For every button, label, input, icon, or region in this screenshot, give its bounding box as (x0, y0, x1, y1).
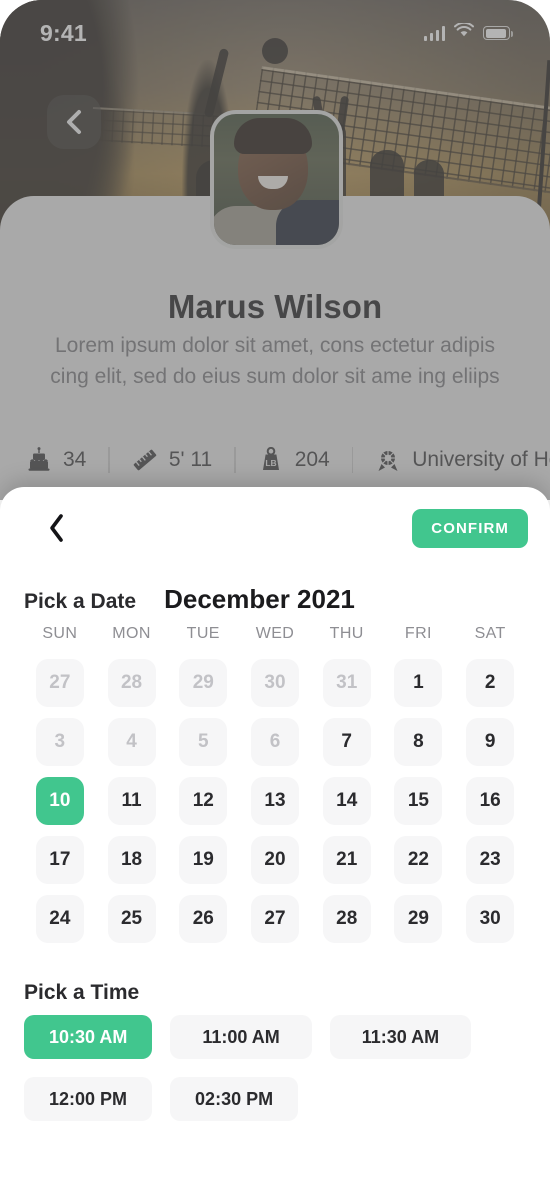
calendar-day[interactable]: 9 (466, 718, 515, 766)
calendar-day[interactable]: 26 (179, 895, 228, 943)
calendar-day[interactable]: 24 (35, 895, 84, 943)
calendar-day[interactable]: 20 (250, 836, 299, 884)
pick-time-label: Pick a Time (24, 981, 140, 1004)
calendar-day[interactable]: 23 (466, 836, 515, 884)
weekday-label: SAT (474, 625, 506, 642)
calendar-day[interactable]: 22 (394, 836, 443, 884)
dim-overlay[interactable] (0, 0, 550, 500)
confirm-button[interactable]: CONFIRM (412, 508, 528, 548)
month-label: December 2021 (164, 584, 355, 614)
calendar-day[interactable]: 14 (322, 777, 371, 825)
calendar-day: 28 (107, 659, 156, 707)
calendar-day[interactable]: 7 (322, 718, 371, 766)
calendar-day: 31 (322, 659, 371, 707)
calendar-day: 4 (107, 718, 156, 766)
calendar-day: 27 (35, 659, 84, 707)
calendar-day[interactable]: 8 (394, 718, 443, 766)
calendar-day[interactable]: 30 (466, 895, 515, 943)
profile-backdrop: 9:41 Marus Wilson Lorem ipsum do (0, 0, 550, 500)
calendar-day[interactable]: 27 (250, 895, 299, 943)
calendar-grid: 27 28 29 30 31 1 2 3 4 5 6 7 8 9 10 11 12 13 14 15 16 17 18 19 2… (24, 659, 526, 943)
weekday-label: SUN (42, 625, 78, 642)
weekday-label: FRI (404, 625, 432, 642)
calendar-day: 3 (35, 718, 84, 766)
calendar-day[interactable]: 15 (394, 777, 443, 825)
time-slot-list: 10:30 AM 11:00 AM 11:30 AM 12:00 PM 02:30 PM (24, 1015, 526, 1121)
sheet-back-button[interactable] (34, 506, 78, 550)
sheet-header: CONFIRM (0, 487, 550, 569)
weekday-label: TUE (186, 625, 220, 642)
calendar-day: 30 (250, 659, 299, 707)
calendar-day: 6 (250, 718, 299, 766)
chevron-left-icon (49, 514, 63, 542)
calendar-day[interactable]: 13 (250, 777, 299, 825)
calendar-day[interactable]: 29 (394, 895, 443, 943)
weekday-label: MON (112, 625, 151, 642)
time-slot[interactable]: 02:30 PM (170, 1077, 299, 1121)
time-slot-selected[interactable]: 10:30 AM (24, 1015, 153, 1059)
calendar-day: 5 (179, 718, 228, 766)
time-slot[interactable]: 12:00 PM (24, 1077, 153, 1121)
phone-screen: 9:41 Marus Wilson Lorem ipsum do (0, 0, 550, 1190)
calendar-day[interactable]: 18 (107, 836, 156, 884)
calendar-day[interactable]: 11 (107, 777, 156, 825)
calendar-day[interactable]: 12 (179, 777, 228, 825)
calendar-day[interactable]: 21 (322, 836, 371, 884)
time-slot[interactable]: 11:00 AM (170, 1015, 312, 1059)
pick-date-label: Pick a Date (24, 590, 137, 613)
pick-date-header: Pick a Date December 2021 (24, 584, 355, 615)
calendar-day[interactable]: 2 (466, 659, 515, 707)
calendar-day[interactable]: 17 (35, 836, 84, 884)
date-time-picker-sheet: CONFIRM Pick a Date December 2021 SUN MON… (0, 487, 550, 1190)
calendar-day[interactable]: 19 (179, 836, 228, 884)
weekday-header-row: SUN MON TUE WED THU FRI SAT (24, 625, 526, 643)
weekday-label: WED (255, 625, 295, 642)
time-slot[interactable]: 11:30 AM (329, 1015, 472, 1059)
calendar-day[interactable]: 28 (322, 895, 371, 943)
calendar-day[interactable]: 16 (466, 777, 515, 825)
calendar-day[interactable]: 25 (107, 895, 156, 943)
weekday-label: THU (329, 625, 364, 642)
calendar-day-selected[interactable]: 10 (35, 777, 84, 825)
calendar-day[interactable]: 1 (394, 659, 443, 707)
calendar-day: 29 (179, 659, 228, 707)
